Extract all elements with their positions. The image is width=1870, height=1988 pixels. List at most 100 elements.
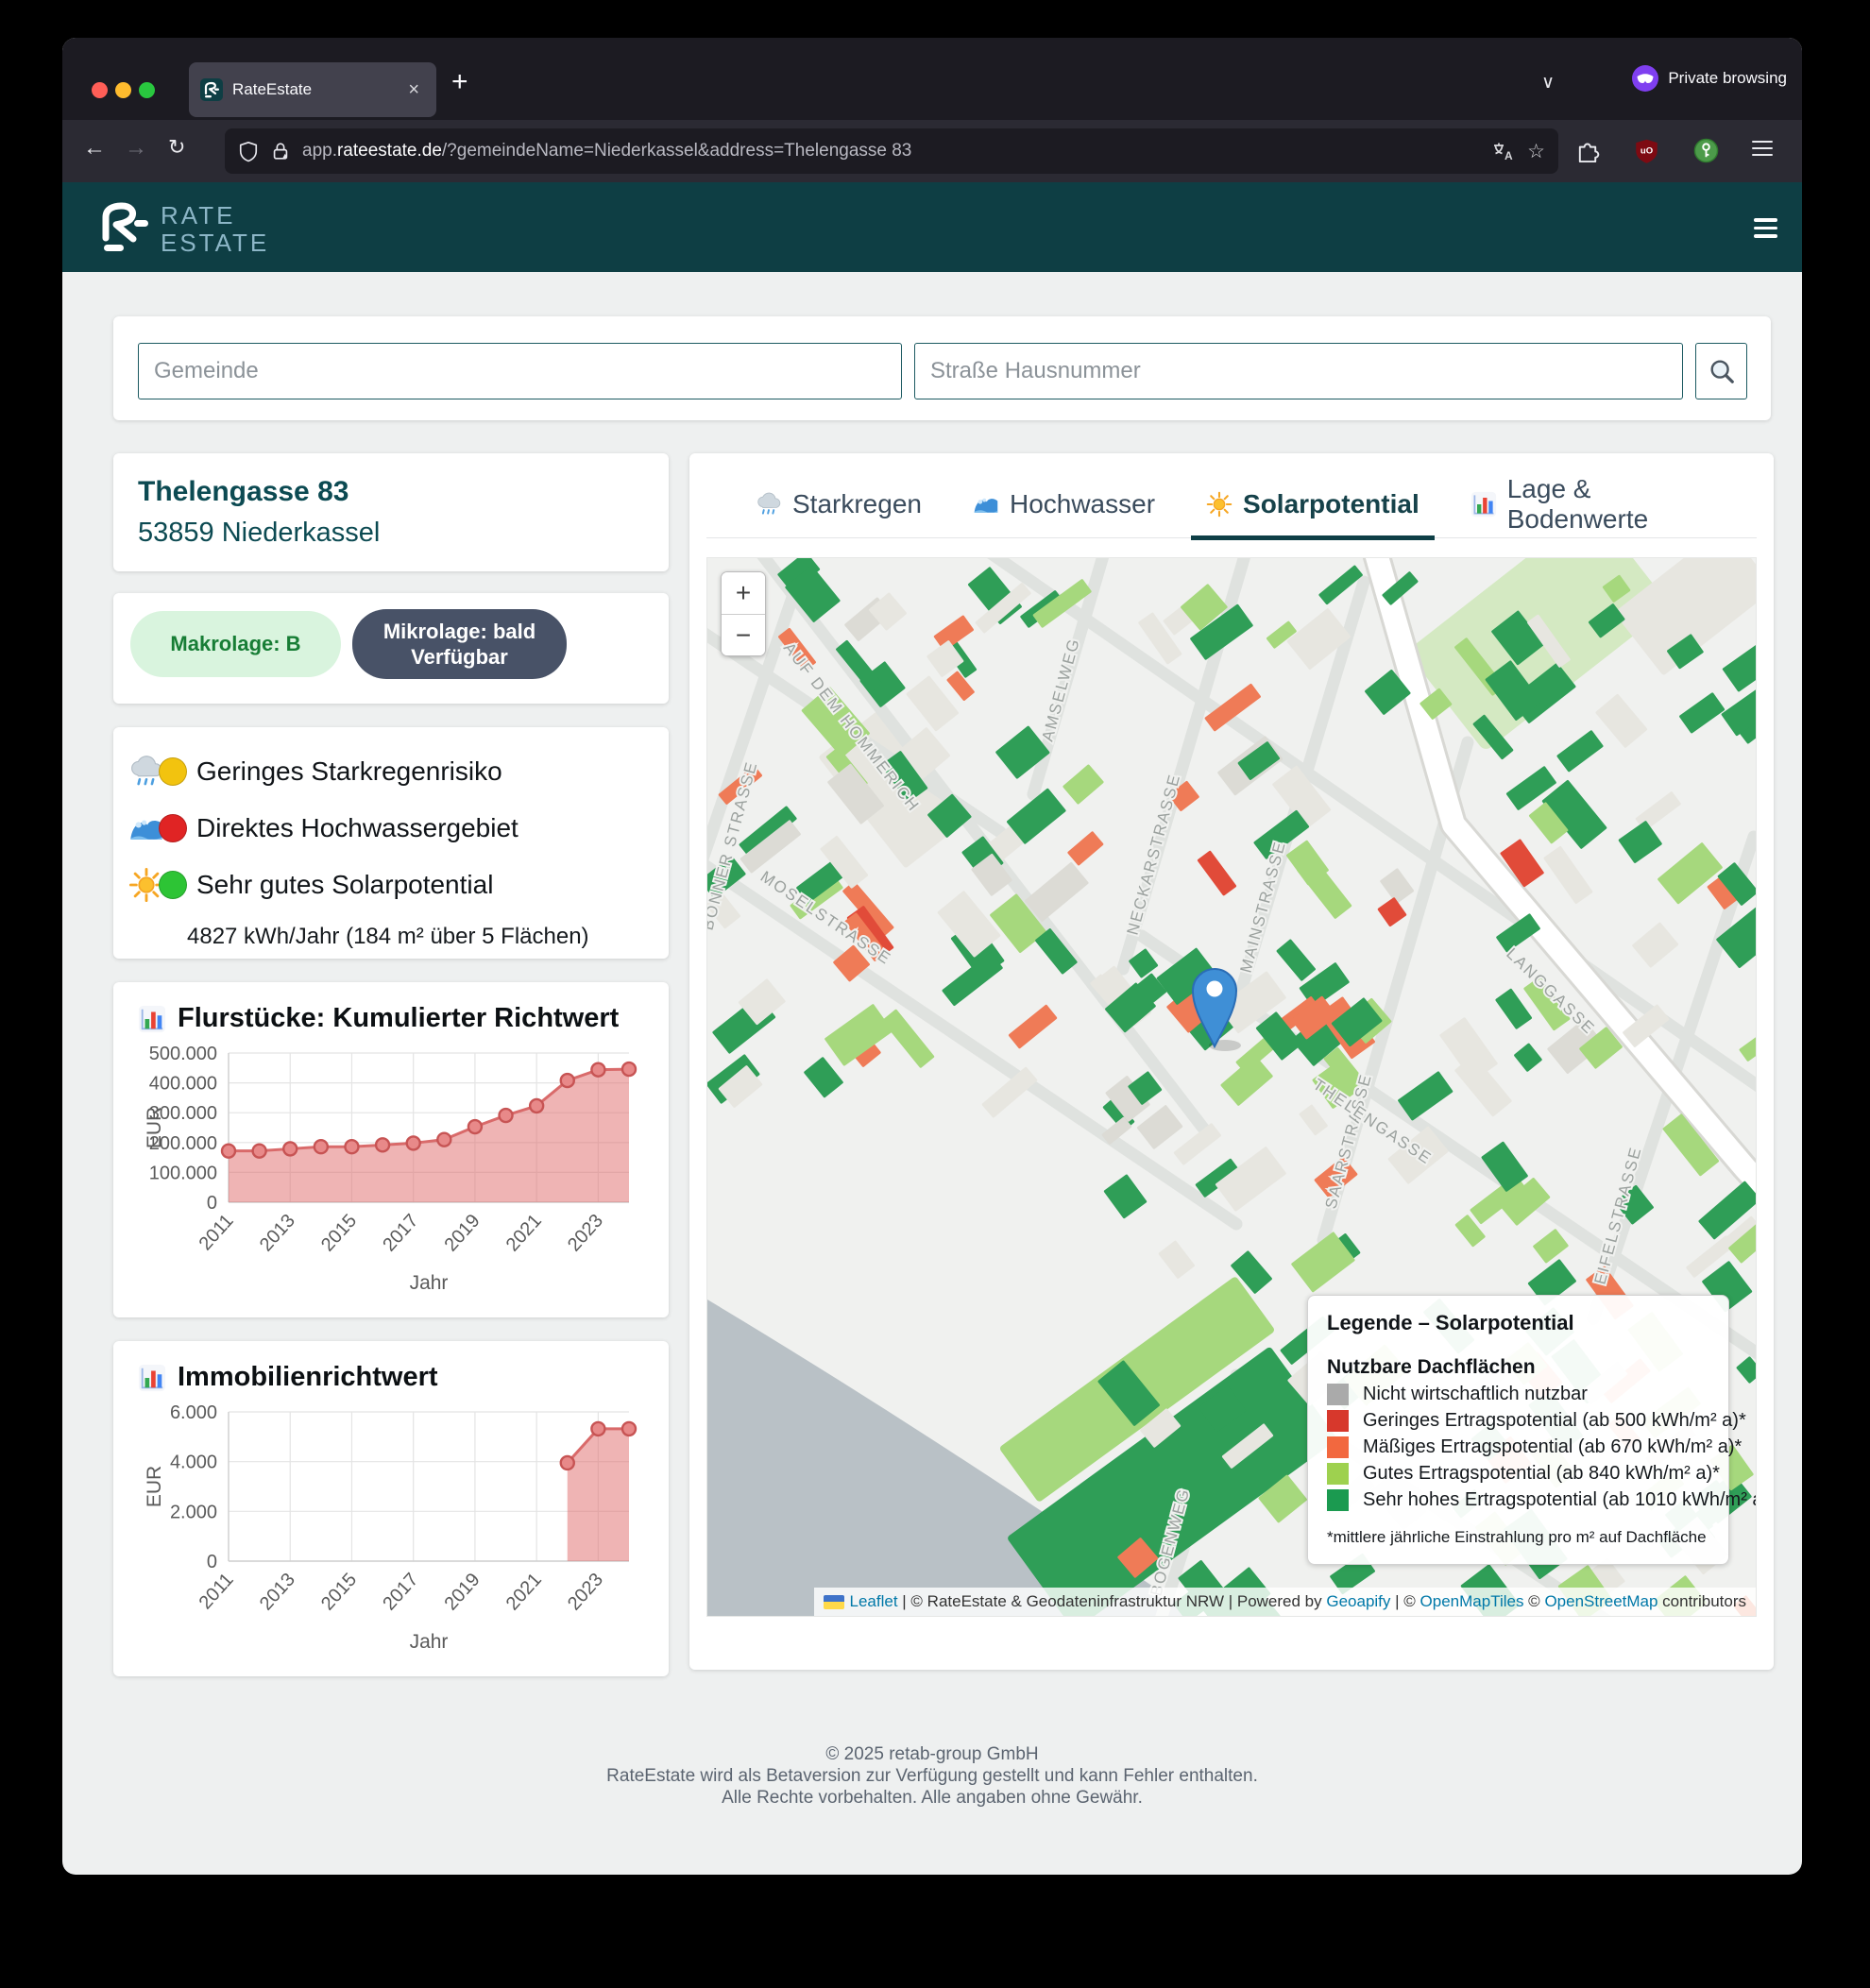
logo-line-1: RATE — [161, 202, 269, 229]
minimize-window-button[interactable] — [115, 82, 131, 98]
browser-tab-strip: RateEstate × + ∨ Private browsing — [62, 38, 1802, 120]
tab-lage-bodenwerte[interactable]: Lage & Bodenwerte — [1470, 470, 1708, 537]
app-header: RATE ESTATE — [62, 182, 1802, 272]
address-city: 53859 Niederkassel — [138, 518, 644, 549]
svg-text:Jahr: Jahr — [410, 1272, 449, 1294]
url-bar[interactable]: app.rateestate.de/?gemeindeName=Niederka… — [225, 128, 1558, 174]
logo-line-2: ESTATE — [161, 229, 269, 257]
search-card — [113, 316, 1771, 420]
legend-swatch-lightgreen — [1327, 1463, 1349, 1485]
risk-label: Sehr gutes Solarpotential — [196, 870, 493, 900]
back-button[interactable]: ← — [83, 135, 106, 161]
url-text: app.rateestate.de/?gemeindeName=Niederka… — [302, 141, 911, 161]
openmaptiles-link[interactable]: OpenMapTiles — [1420, 1592, 1524, 1611]
private-mask-icon — [1631, 64, 1659, 93]
forward-button[interactable]: → — [125, 135, 147, 161]
risk-row-starkregen: Geringes Starkregenrisiko — [113, 754, 669, 790]
svg-text:2019: 2019 — [441, 1211, 484, 1256]
svg-text:2017: 2017 — [379, 1211, 422, 1256]
svg-text:2.000: 2.000 — [170, 1502, 217, 1522]
location-rating-card: Makrolage: B Mikrolage: baldVerfügbar — [113, 593, 669, 704]
risk-summary-card: Geringes Starkregenrisiko Direktes Hochw… — [113, 727, 669, 959]
rain-cloud-icon — [756, 491, 782, 518]
tab-solarpotential[interactable]: Solarpotential — [1206, 470, 1420, 537]
url-prefix: app. — [302, 141, 337, 161]
svg-text:6.000: 6.000 — [170, 1402, 217, 1423]
sun-icon — [1206, 491, 1232, 518]
risk-row-solar: Sehr gutes Solarpotential — [113, 867, 669, 903]
wave-icon — [973, 491, 999, 518]
flurstuecke-chart-card: Flurstücke: Kumulierter Richtwert 0100.0… — [113, 982, 669, 1317]
rateestate-logo-icon — [91, 196, 151, 257]
openstreetmap-link[interactable]: OpenStreetMap — [1544, 1592, 1658, 1611]
logo-wordmark: RATE ESTATE — [161, 202, 269, 257]
browser-toolbar: ← → ↻ app.rateestate.de/?gemeindeName=Ni… — [62, 120, 1802, 182]
bookmark-star-icon[interactable]: ☆ — [1527, 140, 1545, 163]
address-card: Thelengasse 83 53859 Niederkassel — [113, 453, 669, 571]
browser-tab[interactable]: RateEstate × — [189, 62, 436, 117]
connection-lock-icon[interactable] — [270, 140, 291, 162]
tab-label: Starkregen — [792, 489, 922, 519]
maximize-window-button[interactable] — [139, 82, 155, 98]
status-circle-red — [159, 814, 187, 842]
map-tabs: Starkregen Hochwasser Solarpotential Lag… — [706, 470, 1757, 538]
new-tab-button[interactable]: + — [451, 66, 468, 98]
legend-title: Legende – Solarpotential — [1327, 1311, 1709, 1335]
extensions-puzzle-icon[interactable] — [1575, 138, 1601, 163]
svg-text:2023: 2023 — [564, 1570, 607, 1615]
status-circle-green — [159, 871, 187, 899]
url-path: /?gemeindeName=Niederkassel&address=Thel… — [442, 141, 911, 161]
tab-starkregen[interactable]: Starkregen — [756, 470, 922, 537]
svg-text:A: A — [1504, 149, 1513, 162]
macro-location-badge: Makrolage: B — [130, 611, 341, 677]
risk-label: Geringes Starkregenrisiko — [196, 756, 502, 787]
solar-map[interactable]: AUF DEM HOMMERICHAMSELWEGNECKARSTRASSEMA… — [706, 557, 1757, 1617]
rateestate-favicon — [200, 78, 223, 101]
svg-text:2011: 2011 — [196, 1211, 238, 1255]
reload-button[interactable]: ↻ — [168, 135, 185, 160]
password-key-icon[interactable] — [1693, 138, 1719, 163]
private-browsing-badge: Private browsing — [1631, 64, 1787, 93]
legend-item: Mäßiges Ertragspotential (ab 670 kWh/m² … — [1327, 1436, 1709, 1458]
legend-swatch-orange — [1327, 1436, 1349, 1458]
chart-title: Immobilienrichtwert — [178, 1362, 438, 1393]
svg-text:2013: 2013 — [256, 1211, 299, 1256]
ublock-origin-icon[interactable]: uO — [1634, 138, 1659, 163]
svg-text:0: 0 — [207, 1193, 217, 1214]
translate-icon[interactable]: A — [1491, 140, 1514, 162]
geoapify-link[interactable]: Geoapify — [1326, 1592, 1390, 1611]
footer-line: Alle Rechte vorbehalten. Alle angaben oh… — [62, 1787, 1802, 1809]
zoom-in-button[interactable]: + — [722, 572, 765, 614]
svg-text:EUR: EUR — [144, 1107, 165, 1148]
legend-item: Gutes Ertragspotential (ab 840 kWh/m² a)… — [1327, 1463, 1709, 1485]
immobilienrichtwert-chart-card: Immobilienrichtwert 02.0004.0006.0002011… — [113, 1341, 669, 1676]
url-domain: rateestate.de — [337, 141, 442, 161]
app-menu-icon[interactable] — [1754, 213, 1777, 243]
zoom-out-button[interactable]: − — [722, 614, 765, 655]
street-input[interactable] — [914, 343, 1683, 399]
svg-text:2013: 2013 — [256, 1570, 299, 1615]
svg-text:2023: 2023 — [564, 1211, 607, 1256]
tracking-protection-shield-icon[interactable] — [238, 140, 259, 162]
ukraine-flag-icon — [824, 1595, 844, 1609]
bar-chart-icon — [1470, 491, 1497, 518]
list-tabs-chevron-icon[interactable]: ∨ — [1541, 72, 1555, 93]
svg-text:2019: 2019 — [441, 1570, 484, 1615]
status-circle-yellow — [159, 757, 187, 786]
gemeinde-input[interactable] — [138, 343, 902, 399]
immobilienrichtwert-chart: 02.0004.0006.000201120132015201720192021… — [138, 1399, 644, 1668]
tab-hochwasser[interactable]: Hochwasser — [973, 470, 1155, 537]
svg-text:100.000: 100.000 — [149, 1163, 217, 1183]
legend-swatch-darkgreen — [1327, 1489, 1349, 1511]
close-tab-icon[interactable]: × — [402, 78, 425, 101]
svg-text:500.000: 500.000 — [149, 1044, 217, 1064]
macro-location-label: Makrolage: B — [170, 632, 300, 656]
legend-swatch-gray — [1327, 1384, 1349, 1405]
close-window-button[interactable] — [92, 82, 108, 98]
browser-menu-icon[interactable] — [1752, 136, 1773, 161]
page-footer: © 2025 retab-group GmbH RateEstate wird … — [62, 1743, 1802, 1809]
search-button[interactable] — [1695, 343, 1747, 399]
svg-text:2021: 2021 — [502, 1570, 546, 1615]
svg-text:4.000: 4.000 — [170, 1453, 217, 1473]
leaflet-link[interactable]: Leaflet — [850, 1592, 898, 1611]
